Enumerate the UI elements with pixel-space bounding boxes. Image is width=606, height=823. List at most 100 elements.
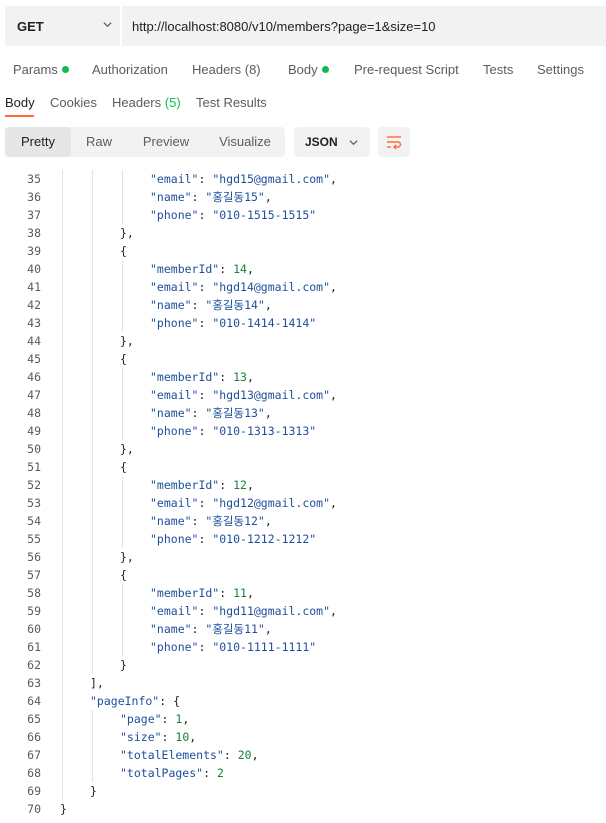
view-mode-raw[interactable]: Raw (75, 127, 123, 157)
code-line: 55 "phone": "010-1212-1212" (0, 530, 606, 548)
code-line: 50}, (0, 440, 606, 458)
json-key: "phone" (150, 640, 199, 654)
json-string: "010-1111-1111" (212, 640, 317, 654)
code-line: 51 { (0, 458, 606, 476)
json-punctuation: : (191, 622, 206, 636)
json-key: "size" (120, 730, 162, 744)
line-number: 43 (27, 316, 41, 330)
format-label: JSON (305, 135, 338, 149)
line-number: 55 (27, 532, 41, 546)
json-punctuation: , (330, 280, 337, 294)
json-key: "totalPages" (120, 766, 204, 780)
response-tab-headers[interactable]: Headers (5) (112, 95, 181, 110)
line-number: 44 (27, 334, 41, 348)
line-number: 52 (27, 478, 41, 492)
json-punctuation: }, (120, 550, 134, 564)
view-mode-preview[interactable]: Preview (133, 127, 199, 157)
json-punctuation: : (198, 604, 213, 618)
response-tab-test-results[interactable]: Test Results (196, 95, 267, 110)
line-number: 50 (27, 442, 41, 456)
tab-settings[interactable]: Settings (537, 62, 584, 77)
line-number: 53 (27, 496, 41, 510)
json-key: "email" (150, 388, 199, 402)
json-key: "memberId" (150, 370, 220, 384)
code-line: 59 "email": "hgd11@gmail.com", (0, 602, 606, 620)
code-text: "memberId": 11, (150, 584, 254, 602)
code-text: "phone": "010-1111-1111" (150, 638, 316, 656)
json-string: "홍길동13" (205, 406, 265, 420)
tab-body[interactable]: Body (288, 62, 329, 77)
line-number: 69 (27, 784, 41, 798)
method-select[interactable]: GET (5, 6, 120, 46)
line-number: 67 (27, 748, 41, 762)
code-text: "email": "hgd15@gmail.com", (150, 170, 337, 188)
tab-pre-request-script[interactable]: Pre-request Script (354, 62, 459, 77)
json-number: 13 (233, 370, 247, 384)
json-punctuation: { (120, 568, 127, 582)
json-punctuation: : (191, 190, 206, 204)
code-text: } (60, 800, 67, 818)
view-mode-visualize[interactable]: Visualize (210, 127, 280, 157)
response-body-code[interactable]: 35 "email": "hgd15@gmail.com", 36 "name": "… (0, 170, 606, 823)
json-punctuation: , (264, 190, 272, 204)
json-number: 20 (237, 748, 252, 762)
json-string: "hgd13@gmail.com" (212, 388, 331, 402)
code-text: "memberId": 12, (150, 476, 254, 494)
chevron-down-icon (103, 22, 112, 28)
code-text: }, (120, 332, 134, 350)
line-number: 68 (27, 766, 41, 780)
json-punctuation: : (161, 730, 176, 744)
json-key: "pageInfo" (90, 694, 160, 708)
code-line: 66 "size": 10, (0, 728, 606, 746)
code-line: 54 "name": "홍길동12", (0, 512, 606, 530)
json-punctuation: : (203, 766, 217, 780)
tab-params[interactable]: Params (13, 62, 69, 77)
json-punctuation: , (330, 388, 337, 402)
json-punctuation: , (246, 262, 254, 276)
json-punctuation: }, (120, 334, 134, 348)
code-line: 48 "name": "홍길동13", (0, 404, 606, 422)
code-line: 56}, (0, 548, 606, 566)
json-punctuation: : (219, 262, 234, 276)
code-text: "totalPages": 2 (120, 764, 224, 782)
json-key: "page" (120, 712, 162, 726)
json-key: "name" (150, 622, 192, 636)
line-number: 49 (27, 424, 41, 438)
code-line: 57 { (0, 566, 606, 584)
code-line: 65 "page": 1, (0, 710, 606, 728)
json-punctuation: : (219, 478, 234, 492)
line-number: 66 (27, 730, 41, 744)
json-punctuation: : (191, 406, 206, 420)
response-tab-cookies[interactable]: Cookies (50, 95, 97, 110)
code-text: "name": "홍길동11", (150, 620, 272, 638)
json-punctuation: : (198, 496, 213, 510)
response-tab-body[interactable]: Body (5, 95, 35, 110)
json-string: "홍길동15" (205, 190, 265, 204)
view-mode-pretty[interactable]: Pretty (5, 127, 71, 157)
tab-headers[interactable]: Headers (8) (192, 62, 261, 77)
format-select[interactable]: JSON (294, 127, 370, 157)
code-line: 43 "phone": "010-1414-1414" (0, 314, 606, 332)
json-number: 11 (233, 586, 247, 600)
code-line: 67 "totalElements": 20, (0, 746, 606, 764)
json-punctuation: } (60, 802, 67, 816)
active-tab-underline (5, 115, 34, 117)
code-line: 53 "email": "hgd12@gmail.com", (0, 494, 606, 512)
wrap-lines-button[interactable] (378, 127, 410, 157)
tab-authorization[interactable]: Authorization (92, 62, 168, 77)
json-string: "hgd15@gmail.com" (212, 172, 331, 186)
json-string: "hgd11@gmail.com" (212, 604, 331, 618)
tab-tests[interactable]: Tests (483, 62, 513, 77)
url-input[interactable]: http://localhost:8080/v10/members?page=1… (122, 6, 606, 46)
line-number: 51 (27, 460, 41, 474)
json-punctuation: } (90, 784, 97, 798)
json-string: "홍길동11" (205, 622, 265, 636)
json-key: "memberId" (150, 262, 220, 276)
code-text: "email": "hgd14@gmail.com", (150, 278, 337, 296)
json-punctuation: , (264, 406, 272, 420)
code-line: 44}, (0, 332, 606, 350)
json-key: "memberId" (150, 478, 220, 492)
code-line: 49 "phone": "010-1313-1313" (0, 422, 606, 440)
line-number: 47 (27, 388, 41, 402)
json-key: "email" (150, 172, 199, 186)
